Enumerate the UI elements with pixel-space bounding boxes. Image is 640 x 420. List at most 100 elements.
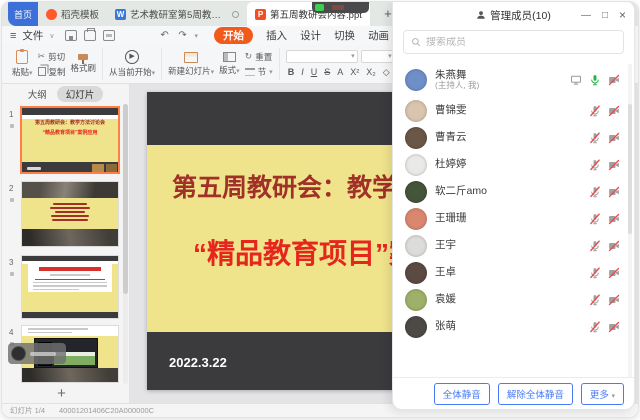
font-style-button-5[interactable]: A	[335, 67, 345, 77]
cut-button[interactable]: ✂剪切	[38, 51, 66, 63]
member-row[interactable]: 杜婷婷	[393, 151, 634, 178]
microphone-icon[interactable]	[589, 213, 601, 225]
hamburger-menu-icon[interactable]: ≡	[10, 30, 16, 42]
member-row[interactable]: 曹锦雯	[393, 97, 634, 124]
member-row[interactable]: 朱燕舞 (主持人, 我)	[393, 62, 634, 97]
camera-icon[interactable]	[608, 132, 620, 144]
status-code: 40001201406C20A000000C	[59, 406, 154, 415]
manage-members-panel: 管理成员(10) — □ × 朱燕舞 (主持人, 我) 曹锦雯	[392, 2, 635, 410]
member-row[interactable]: 王卓	[393, 259, 634, 286]
slide-date-text[interactable]: 2022.3.22	[169, 355, 227, 370]
font-style-button-4[interactable]: S	[322, 67, 332, 77]
microphone-icon[interactable]	[589, 294, 601, 306]
font-style-button-3[interactable]: U	[309, 67, 320, 77]
undo-icon[interactable]: ↶	[159, 30, 171, 41]
redo-icon[interactable]	[141, 30, 153, 41]
tab-pin-icon[interactable]	[232, 11, 239, 18]
screen-share-icon[interactable]	[570, 74, 582, 86]
home-tab[interactable]: 首页	[8, 2, 38, 26]
microphone-icon[interactable]	[589, 159, 601, 171]
member-row[interactable]: 袁媛	[393, 286, 634, 313]
microphone-icon[interactable]	[589, 186, 601, 198]
camera-icon[interactable]	[608, 186, 620, 198]
member-row[interactable]: 曹青云	[393, 124, 634, 151]
layout-icon	[223, 52, 236, 62]
microphone-icon[interactable]	[589, 105, 601, 117]
home-tab-label: 首页	[14, 8, 32, 21]
camera-icon[interactable]	[608, 105, 620, 117]
undo-icon[interactable]	[122, 30, 134, 41]
microphone-icon[interactable]	[589, 74, 601, 86]
camera-icon[interactable]	[608, 74, 620, 86]
paste-button[interactable]: 粘贴▾	[12, 50, 33, 78]
tab-label: 稻壳模板	[61, 7, 99, 21]
tab-docx-document[interactable]: W 艺术教研室第5周教研会.docx	[107, 2, 247, 26]
menu-tab-动画[interactable]: 动画	[368, 28, 389, 43]
slide-thumbnail-1[interactable]: 第五周教研会：教学方法讨论会 “精品教育项目”案例应用	[22, 108, 118, 172]
menu-tab-插入[interactable]: 插入	[266, 28, 287, 43]
member-row[interactable]: 软二斤amo	[393, 178, 634, 205]
member-search-input[interactable]	[426, 37, 616, 48]
menu-tab-开始[interactable]: 开始	[214, 27, 253, 44]
microphone-icon[interactable]	[589, 132, 601, 144]
copy-button[interactable]: 复制	[38, 66, 66, 78]
microphone-icon[interactable]	[589, 267, 601, 279]
tab-outline[interactable]: 大纲	[28, 87, 47, 101]
member-search-box[interactable]	[403, 30, 624, 54]
floating-video-mini-window[interactable]	[8, 343, 66, 364]
thumbnail-scrollbar[interactable]	[123, 104, 128, 384]
redo-icon[interactable]: ↷	[177, 30, 189, 41]
member-row[interactable]: 王珊珊	[393, 205, 634, 232]
section-button[interactable]: 节▾	[245, 66, 273, 78]
mute-all-button[interactable]: 全体静音	[434, 383, 490, 405]
print-icon[interactable]	[84, 30, 96, 41]
member-row[interactable]: 张萌	[393, 313, 634, 340]
member-list-scrollbar[interactable]	[628, 64, 632, 377]
camera-icon[interactable]	[608, 213, 620, 225]
font-style-button-6[interactable]: X²	[348, 67, 361, 77]
minimize-icon[interactable]: —	[581, 10, 591, 21]
microphone-icon[interactable]	[589, 321, 601, 333]
reset-button[interactable]: ↻重置	[245, 51, 273, 63]
file-menu[interactable]: 文件	[22, 28, 43, 43]
slide-thumbnail-2[interactable]	[22, 182, 118, 246]
menu-tab-设计[interactable]: 设计	[300, 28, 321, 43]
meeting-indicator-pill[interactable]	[312, 2, 369, 13]
menu-tab-切换[interactable]: 切换	[334, 28, 355, 43]
layout-button[interactable]: 版式▾	[219, 52, 240, 76]
microphone-icon[interactable]	[589, 240, 601, 252]
play-from-current-button[interactable]: ▶ 从当前开始▾	[109, 50, 155, 78]
camera-icon[interactable]	[608, 240, 620, 252]
customize-caret-icon[interactable]: ▾	[195, 32, 199, 40]
scissors-icon: ✂	[38, 51, 46, 62]
thumb3-document-card	[28, 264, 112, 292]
slide-thumbnail-3[interactable]	[22, 256, 118, 318]
tab-docer-template[interactable]: 稻壳模板	[38, 2, 107, 26]
close-icon[interactable]: ×	[619, 8, 626, 22]
member-avatar	[405, 208, 427, 230]
format-painter-button[interactable]: 格式刷	[71, 54, 97, 74]
thumb1-subtitle: “精品教育项目”案例应用	[22, 129, 118, 136]
new-slide-button[interactable]: 新建幻灯片▾	[168, 52, 214, 77]
search-icon	[411, 37, 421, 47]
camera-icon[interactable]	[608, 294, 620, 306]
font-size-select[interactable]	[361, 50, 395, 63]
tab-slides[interactable]: 幻灯片	[57, 86, 104, 102]
unmute-all-button[interactable]: 解除全体静音	[498, 383, 573, 405]
font-family-select[interactable]	[286, 50, 358, 63]
font-style-button-7[interactable]: X₂	[364, 67, 378, 77]
camera-icon[interactable]	[608, 159, 620, 171]
font-style-button-1[interactable]: B	[286, 67, 297, 77]
preview-icon[interactable]	[103, 30, 115, 41]
add-slide-button[interactable]: +	[2, 385, 121, 402]
camera-icon[interactable]	[608, 267, 620, 279]
word-doc-icon: W	[115, 9, 126, 20]
camera-icon[interactable]	[608, 321, 620, 333]
member-row[interactable]: 王宇	[393, 232, 634, 259]
font-style-button-2[interactable]: I	[299, 67, 306, 77]
ppt-doc-icon: P	[255, 9, 266, 20]
maximize-icon[interactable]: □	[602, 10, 608, 21]
font-style-button-8[interactable]: ◇	[381, 67, 392, 78]
more-button[interactable]: 更多 ▾	[581, 383, 624, 405]
save-icon[interactable]	[65, 30, 77, 41]
